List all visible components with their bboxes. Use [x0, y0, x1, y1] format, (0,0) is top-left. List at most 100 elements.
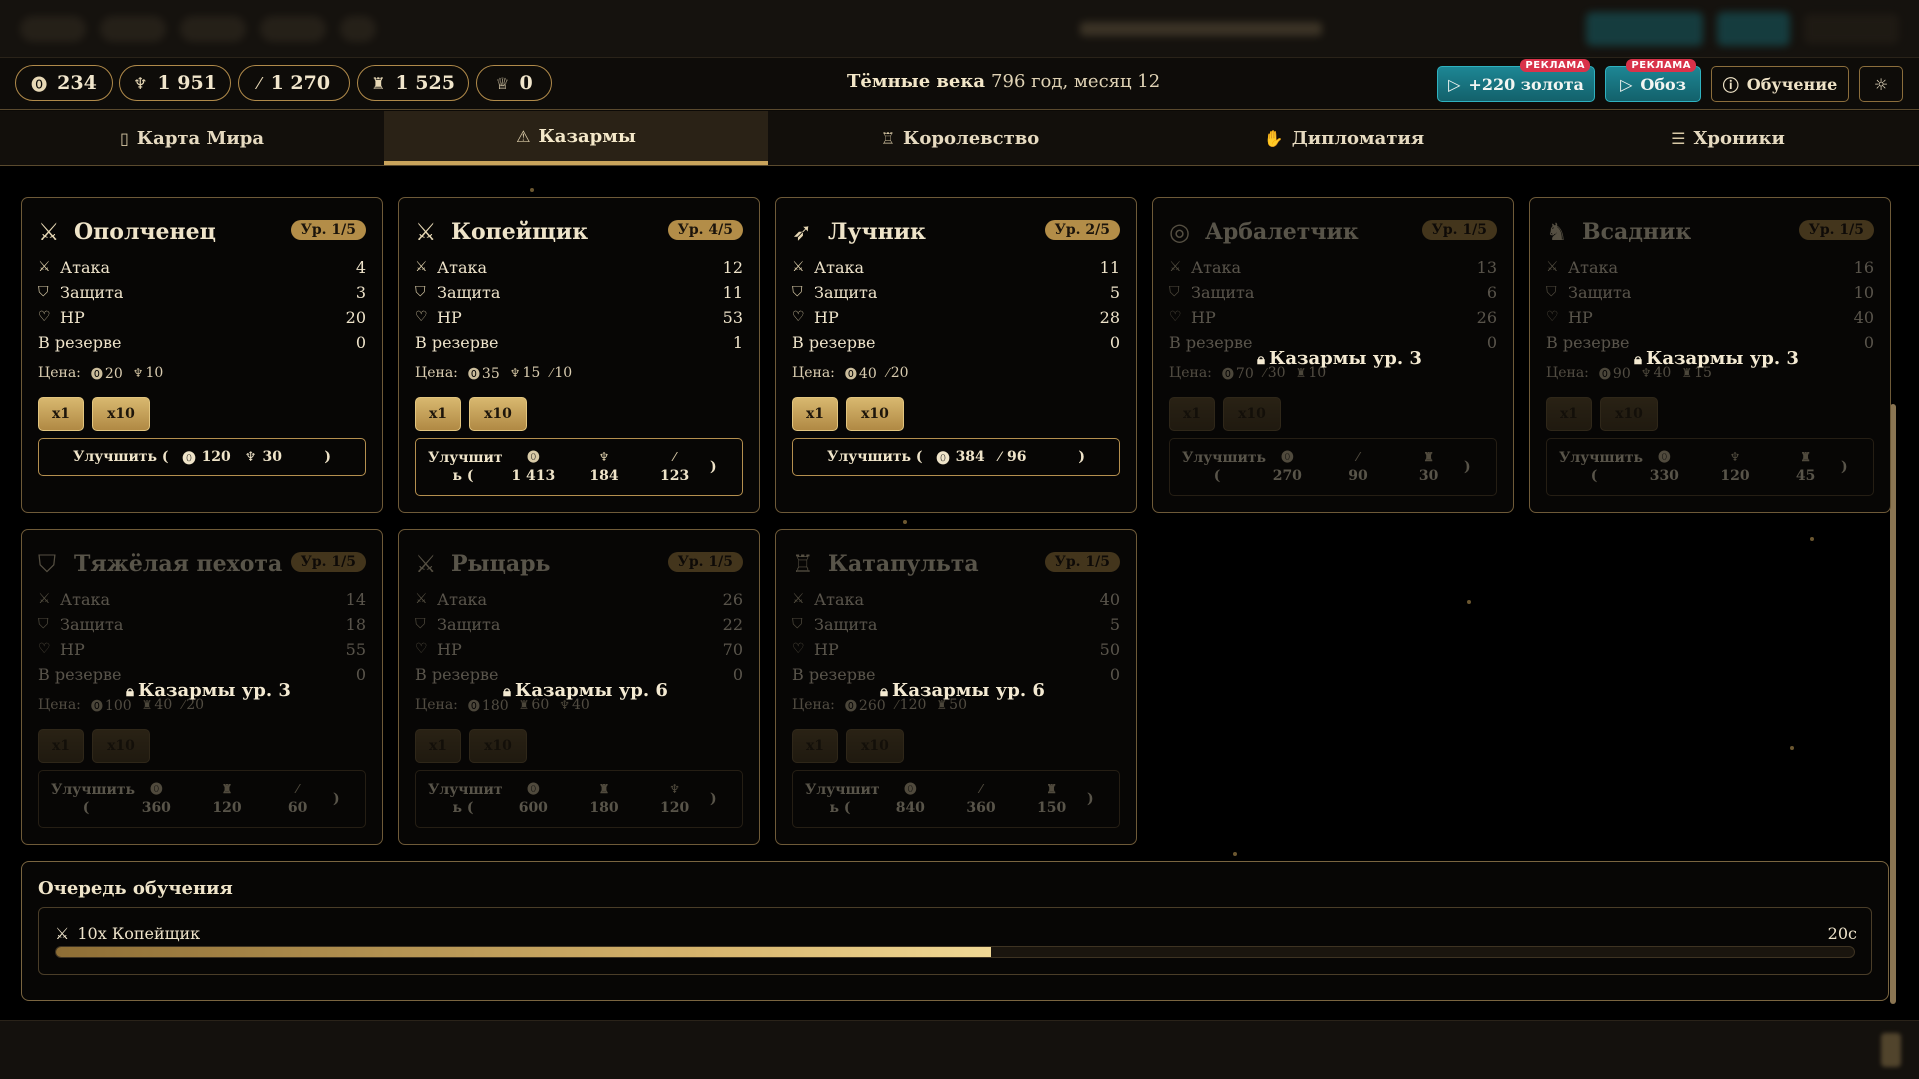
upgrade-button[interactable]: Улучшить( ⓿ 360 ♜ 120 ⁄ 60 ) [38, 770, 366, 828]
price-value: 35 [481, 366, 500, 382]
play-icon: ▷ [1620, 74, 1633, 94]
stat-hp-label: HP [814, 639, 839, 659]
tab-chronicles[interactable]: ☰ Хроники [1536, 111, 1919, 165]
lock-text: Казармы ур. 6 [891, 680, 1045, 701]
tab-diplomacy[interactable]: ✋ Дипломатия [1152, 111, 1536, 165]
upgrade-button[interactable]: Улучшит ь ( ⓿ 600 ♜ 180 ♆ 120 ) [415, 770, 743, 828]
theme-toggle-button[interactable]: ☼ [1859, 66, 1903, 102]
ad-badge: РЕКЛАМА [1626, 59, 1696, 72]
stat-attack-value: 11 [1099, 257, 1120, 277]
ad-convoy-button[interactable]: ▷ Обоз РЕКЛАМА [1605, 59, 1701, 102]
gold-icon: ⓿ [90, 367, 103, 381]
target-icon: ◎ [1169, 218, 1190, 246]
price-value: 20 [890, 365, 909, 381]
tab-kingdom[interactable]: ♖ Королевство [768, 111, 1152, 165]
tab-world-map[interactable]: ▯ Карта Мира [0, 111, 384, 165]
train-x10-button[interactable]: x10 [469, 397, 527, 431]
upgrade-cost: 120 [201, 449, 231, 465]
train-x10-button[interactable]: x10 [92, 397, 150, 431]
ad-gold-button[interactable]: ▷ +220 золота РЕКЛАМА [1437, 59, 1595, 102]
lock-requirement: 🔒︎ Казармы ур. 3 [1257, 348, 1422, 369]
gold-icon: ⓿ [527, 450, 540, 464]
ad-badge: РЕКЛАМА [1520, 59, 1590, 72]
upgrade-button[interactable]: Улучшить( ⓿ 270 ⁄ 90 ♜ 30 ) [1169, 438, 1497, 496]
train-x10-button[interactable]: x10 [846, 397, 904, 431]
upgrade-cost: 184 [589, 468, 619, 484]
shield-icon: ⛉ [792, 616, 803, 632]
upgrade-button[interactable]: Улучшить( ⓿ 330 ♆ 120 ♜ 45 ) [1546, 438, 1874, 496]
paren: ) [332, 791, 340, 807]
stone-icon: ♜ [1046, 782, 1058, 796]
stat-reserve-value: 0 [1109, 332, 1120, 352]
stat-attack-value: 26 [722, 589, 743, 609]
tutorial-label: Обучение [1746, 74, 1838, 94]
train-x1-button[interactable]: x1 [415, 729, 461, 763]
queue-title: Очередь обучения [38, 878, 233, 899]
unit-name: Копейщик [451, 219, 589, 245]
stat-defense-value: 5 [1109, 614, 1120, 634]
paren: ) [1086, 791, 1094, 807]
upgrade-cost: 120 [660, 800, 690, 816]
upgrade-label: Улучшить( [1559, 449, 1643, 485]
stat-reserve-label: В резерве [1169, 332, 1253, 352]
stat-defense-label: Защита [60, 282, 124, 302]
sword-icon: ⚔ [55, 924, 70, 943]
stat-hp-label: HP [437, 639, 462, 659]
upgrade-cost: 840 [895, 800, 925, 816]
stone-icon: ♜ [371, 73, 386, 93]
train-x1-button[interactable]: x1 [38, 397, 84, 431]
sword-icon: ⚔ [415, 591, 428, 607]
train-x1-button[interactable]: x1 [792, 397, 838, 431]
stat-hp-value: 55 [345, 639, 366, 659]
shield-icon: ⛉ [415, 284, 426, 300]
train-x10-button[interactable]: x10 [1223, 397, 1281, 431]
stone-icon: ♜ [221, 782, 233, 796]
train-x10-button[interactable]: x10 [469, 729, 527, 763]
stat-reserve-value: 0 [732, 664, 743, 684]
stone-icon: ♜ [598, 782, 610, 796]
upgrade-button[interactable]: Улучшит ь ( ⓿ 1 413 ♆ 184 ⁄ 123 ) [415, 438, 743, 496]
train-x1-button[interactable]: x1 [792, 729, 838, 763]
price-label: Цена: [792, 697, 835, 713]
unit-level-badge: Ур. 1/5 [667, 552, 743, 572]
lock-icon: 🔒︎ [503, 681, 511, 700]
upgrade-label: Улучшит ь ( [805, 781, 880, 817]
food-icon: ♆ [1729, 450, 1741, 464]
upgrade-button[interactable]: Улучшить ( ⓿ 384 ⁄ 96 ) [792, 438, 1120, 476]
tab-label: Дипломатия [1291, 127, 1425, 149]
train-x10-button[interactable]: x10 [846, 729, 904, 763]
heart-icon: ♡ [1169, 309, 1182, 325]
train-x10-button[interactable]: x10 [1600, 397, 1658, 431]
stat-attack-label: Атака [60, 589, 111, 609]
upgrade-button[interactable]: Улучшить ( ⓿ 120 ♆ 30 ) [38, 438, 366, 476]
train-x1-button[interactable]: x1 [1546, 397, 1592, 431]
sword-icon: ⚔ [38, 259, 51, 275]
upgrade-cost: 180 [589, 800, 619, 816]
stat-reserve-value: 0 [1109, 664, 1120, 684]
train-x10-button[interactable]: x10 [92, 729, 150, 763]
tutorial-button[interactable]: ⓘ Обучение [1711, 66, 1849, 102]
train-x1-button[interactable]: x1 [1169, 397, 1215, 431]
price-label: Цена: [38, 697, 81, 713]
resource-trophy: ♕ 0 [476, 65, 552, 101]
upgrade-button[interactable]: Улучшит ь ( ⓿ 840 ⁄ 360 ♜ 150 ) [792, 770, 1120, 828]
gold-icon: ⓿ [527, 782, 540, 796]
unit-name: Ополченец [74, 219, 216, 245]
paren: ) [709, 459, 717, 475]
sword-icon: ⚔ [38, 591, 51, 607]
unit-level-badge: Ур. 1/5 [290, 220, 366, 240]
lock-icon: 🔒︎ [126, 681, 134, 700]
shield-icon: ⛉ [1169, 284, 1180, 300]
stat-hp-label: HP [1568, 307, 1593, 327]
food-icon: ♆ [669, 782, 681, 796]
upgrade-cost: 120 [1720, 468, 1750, 484]
upgrade-cost: 96 [1006, 449, 1027, 465]
price-value: 40 [858, 366, 877, 382]
stat-defense-label: Защита [1191, 282, 1255, 302]
stat-attack-value: 13 [1476, 257, 1497, 277]
train-x1-button[interactable]: x1 [38, 729, 84, 763]
stat-reserve-label: В резерве [415, 664, 499, 684]
train-x1-button[interactable]: x1 [415, 397, 461, 431]
tab-barracks[interactable]: ⚠ Казармы [384, 111, 768, 165]
heart-icon: ♡ [415, 309, 428, 325]
